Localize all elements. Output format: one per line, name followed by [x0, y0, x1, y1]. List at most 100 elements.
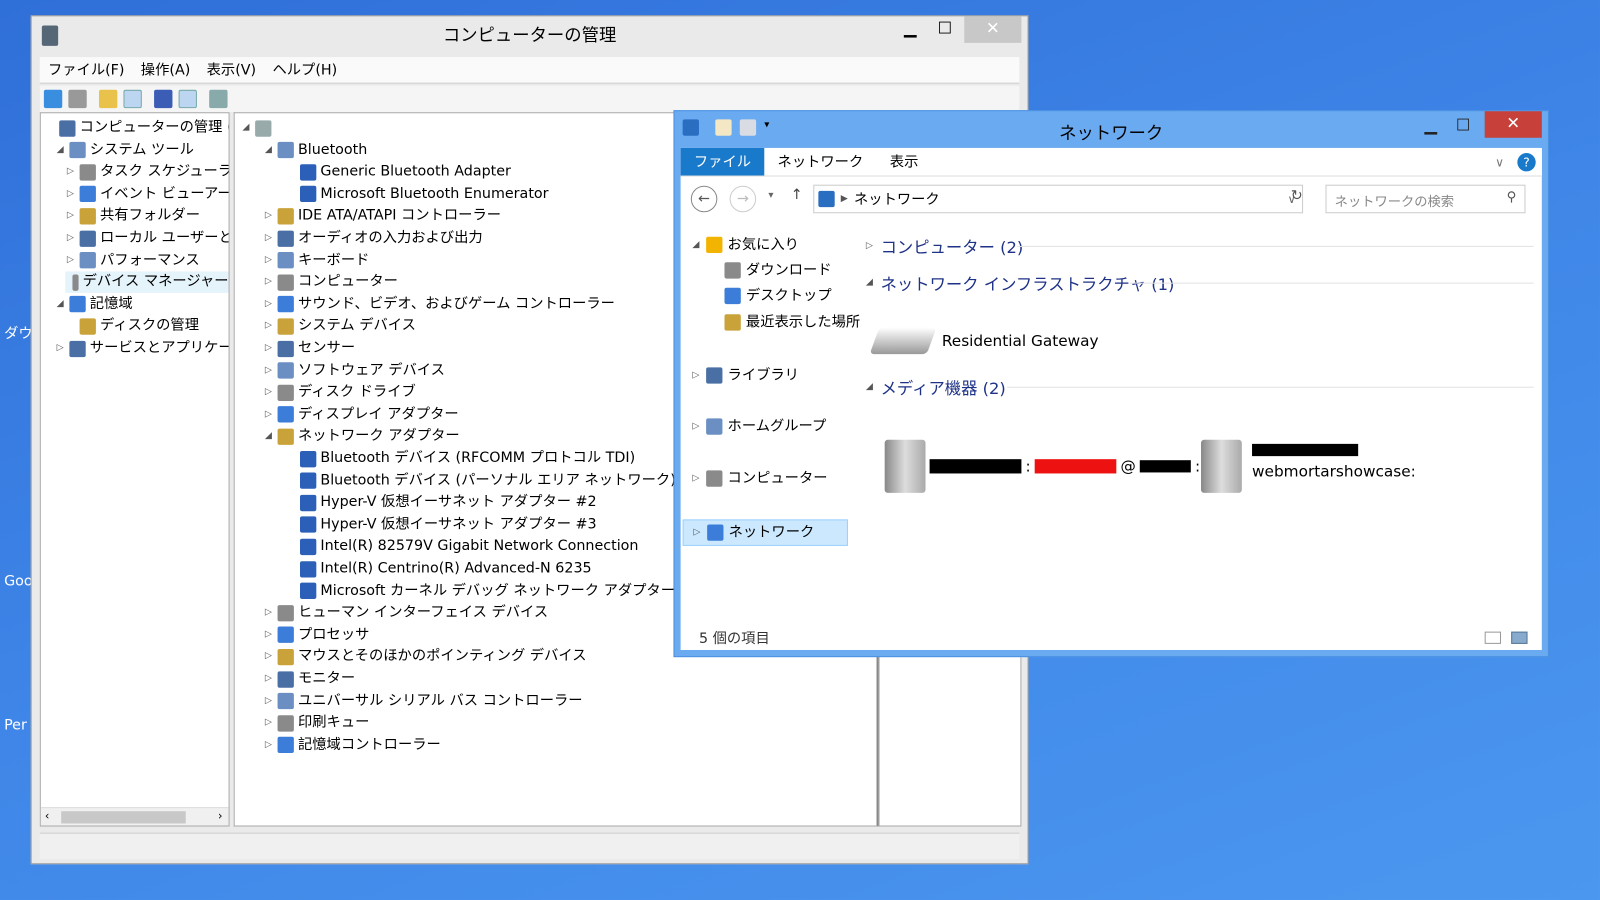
expand-toggle-icon[interactable]: ▷ — [691, 364, 701, 386]
close-button[interactable]: ✕ — [1484, 111, 1542, 138]
forward-icon[interactable] — [68, 89, 87, 109]
expand-toggle-icon[interactable]: ▷ — [263, 668, 273, 689]
tree-item[interactable]: コンピューターの管理 (ローカ — [45, 117, 229, 138]
device-tree-item[interactable]: ▷ 記憶域コントローラー — [263, 734, 441, 755]
expand-toggle-icon[interactable]: ▷ — [263, 205, 273, 226]
expand-toggle-icon[interactable]: ◢ — [691, 234, 701, 256]
group-toggle-icon[interactable]: ◢ — [864, 278, 874, 288]
expand-toggle-icon[interactable]: ▷ — [692, 521, 702, 543]
device-tree-item[interactable]: ▷ ソフトウェア デバイス — [263, 360, 445, 381]
close-button[interactable]: ✕ — [964, 16, 1022, 43]
expand-toggle-icon[interactable]: ▷ — [263, 272, 273, 293]
expand-toggle-icon[interactable]: ▷ — [65, 161, 75, 182]
expand-toggle-icon[interactable]: ▷ — [55, 338, 65, 359]
expand-toggle-icon[interactable]: ▷ — [263, 734, 273, 755]
nav-item[interactable]: 最近表示した場所 — [691, 311, 860, 333]
expand-toggle-icon[interactable]: ◢ — [263, 139, 273, 160]
help-icon[interactable] — [154, 89, 173, 109]
expand-toggle-icon[interactable]: ▷ — [263, 228, 273, 249]
tree-item[interactable]: ▷ パフォーマンス — [65, 250, 200, 271]
action-pane-icon[interactable] — [178, 89, 197, 109]
title-bar[interactable]: コンピューターの管理 ▁ ☐ ✕ — [32, 16, 1028, 55]
group-header[interactable]: ◢ ネットワーク インフラストラクチャ (1) — [864, 270, 1175, 294]
tree-item[interactable]: ▷ タスク スケジューラ — [65, 161, 229, 182]
device-tree-item[interactable]: ◢ Bluetooth — [263, 139, 367, 160]
up-folder-icon[interactable] — [98, 89, 118, 109]
expand-toggle-icon[interactable]: ▷ — [263, 690, 273, 711]
device-tree-item[interactable]: Microsoft カーネル デバッグ ネットワーク アダプター — [286, 580, 675, 601]
expand-toggle-icon[interactable]: ◢ — [263, 426, 273, 447]
tab-network[interactable]: ネットワーク — [764, 148, 876, 176]
nav-item[interactable]: ▷ ホームグループ — [691, 415, 826, 437]
show-hide-tree-icon[interactable] — [123, 89, 142, 109]
back-button[interactable]: ← — [690, 185, 718, 213]
device-tree-item[interactable]: Bluetooth デバイス (RFCOMM プロトコル TDI) — [286, 448, 635, 469]
device-tree-item[interactable]: ▷ プロセッサ — [263, 624, 369, 645]
search-input[interactable]: ネットワークの検索 ⚲ — [1325, 184, 1526, 214]
tree-item[interactable]: ▷ イベント ビューアー — [65, 183, 229, 204]
tab-file[interactable]: ファイル — [680, 147, 765, 176]
help-icon[interactable]: ? — [1517, 153, 1536, 172]
device-tree-item[interactable]: ▷ IDE ATA/ATAPI コントローラー — [263, 205, 501, 226]
horizontal-scrollbar[interactable]: ‹ › — [40, 807, 229, 826]
device-tree-item[interactable]: ▷ オーディオの入力および出力 — [263, 228, 483, 249]
refresh-button[interactable]: ↻ — [1291, 188, 1303, 204]
device-tree-item[interactable]: ◢ — [241, 117, 276, 138]
expand-toggle-icon[interactable]: ▷ — [65, 205, 75, 226]
device-tree-item[interactable]: Microsoft Bluetooth Enumerator — [286, 183, 549, 204]
device-tree-item[interactable]: ▷ センサー — [263, 338, 355, 359]
expand-ribbon-icon[interactable]: ∨ — [1482, 148, 1518, 176]
maximize-button[interactable]: ☐ — [1448, 113, 1479, 140]
expand-toggle-icon[interactable]: ▷ — [263, 360, 273, 381]
device-tree-item[interactable]: ▷ サウンド、ビデオ、およびゲーム コントローラー — [263, 294, 615, 315]
nav-item[interactable]: ◢ お気に入り — [691, 234, 799, 256]
group-header[interactable]: ◢ メディア機器 (2) — [864, 374, 1006, 398]
recent-locations-icon[interactable]: ▾ — [768, 190, 773, 201]
back-icon[interactable] — [43, 89, 63, 109]
breadcrumb-network[interactable]: ネットワーク — [854, 189, 940, 209]
nav-item[interactable]: ▷ ライブラリ — [691, 364, 799, 386]
device-tree-item[interactable]: ▷ ユニバーサル シリアル バス コントローラー — [263, 690, 583, 711]
tree-item[interactable]: デバイス マネージャー — [65, 271, 229, 294]
minimize-button[interactable]: ▁ — [895, 16, 926, 43]
device-tree-item[interactable]: ▷ ディスク ドライブ — [263, 382, 416, 403]
expand-toggle-icon[interactable]: ▷ — [263, 250, 273, 271]
menu-action[interactable]: 操作(A) — [141, 57, 191, 83]
tab-view[interactable]: 表示 — [877, 148, 932, 176]
tree-item[interactable]: ◢ 記憶域 — [55, 294, 133, 315]
expand-toggle-icon[interactable]: ▷ — [263, 404, 273, 425]
large-icons-view-icon[interactable] — [1511, 631, 1528, 644]
group-header[interactable]: ▷ コンピューター (2) — [864, 234, 1023, 258]
device-tree-item[interactable]: ▷ モニター — [263, 668, 355, 689]
scrollbar-thumb[interactable] — [61, 811, 186, 824]
expand-toggle-icon[interactable]: ▷ — [263, 624, 273, 645]
device-tree-item[interactable]: Hyper-V 仮想イーサネット アダプター #2 — [286, 492, 597, 513]
nav-item[interactable]: ダウンロード — [691, 259, 832, 281]
expand-toggle-icon[interactable]: ◢ — [241, 117, 251, 138]
expand-toggle-icon[interactable]: ▷ — [691, 467, 701, 489]
details-view-icon[interactable] — [1484, 631, 1502, 644]
media-device-item[interactable]: : @ : — [884, 439, 1200, 493]
desktop-icon-label[interactable]: Per — [4, 717, 27, 733]
address-bar[interactable]: ▶ ネットワーク ∨ — [813, 184, 1304, 214]
expand-toggle-icon[interactable]: ▷ — [263, 382, 273, 403]
gateway-item[interactable]: Residential Gateway — [869, 327, 1099, 355]
device-tree-item[interactable]: Intel(R) Centrino(R) Advanced-N 6235 — [286, 558, 592, 579]
device-tree-item[interactable]: Intel(R) 82579V Gigabit Network Connecti… — [286, 536, 638, 557]
expand-toggle-icon[interactable]: ▷ — [263, 646, 273, 667]
nav-item[interactable]: デスクトップ — [691, 285, 832, 307]
group-toggle-icon[interactable]: ◢ — [864, 382, 874, 392]
device-tree-item[interactable]: ◢ ネットワーク アダプター — [263, 426, 460, 447]
maximize-button[interactable]: ☐ — [930, 16, 961, 43]
breadcrumb-chevron-icon[interactable]: ▶ — [841, 194, 848, 204]
expand-toggle-icon[interactable]: ▷ — [263, 294, 273, 315]
expand-toggle-icon[interactable]: ◢ — [55, 139, 65, 160]
device-tree-item[interactable]: ▷ ヒューマン インターフェイス デバイス — [263, 602, 548, 623]
group-toggle-icon[interactable]: ▷ — [864, 241, 874, 251]
menu-file[interactable]: ファイル(F) — [48, 57, 125, 83]
device-tree-item[interactable]: ▷ コンピューター — [263, 272, 398, 293]
nav-item[interactable]: ▷ ネットワーク — [682, 519, 848, 546]
device-tree-item[interactable]: ▷ 印刷キュー — [263, 712, 369, 733]
device-tree-item[interactable]: ▷ キーボード — [263, 250, 369, 271]
expand-toggle-icon[interactable]: ▷ — [263, 338, 273, 359]
